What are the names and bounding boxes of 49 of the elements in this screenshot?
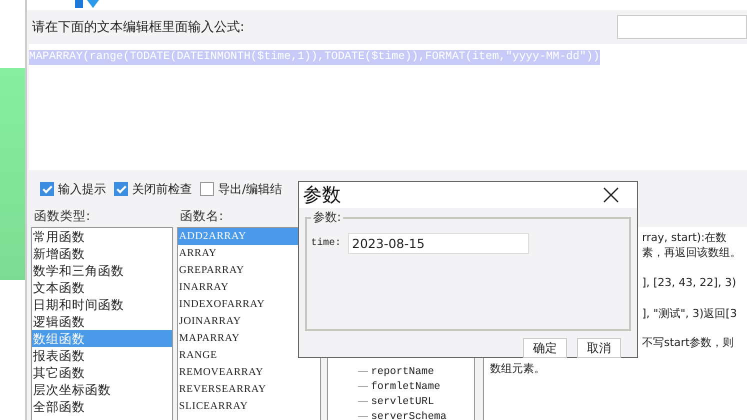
list-item[interactable]: 日期和时间函数: [32, 296, 172, 313]
description-text: ], "测试", 3)返回[3: [642, 306, 737, 321]
logo-icon: [75, 0, 101, 8]
list-item[interactable]: INDEXOFARRAY: [178, 296, 300, 313]
group-label: 参数:: [311, 209, 344, 226]
list-item[interactable]: MAPARRAY: [178, 330, 300, 347]
description-text: 数组元素。: [490, 361, 545, 376]
list-item[interactable]: 报表函数: [32, 347, 172, 364]
list-item[interactable]: REVERSEARRAY: [178, 381, 300, 398]
list-item[interactable]: 其它函数: [32, 364, 172, 381]
list-item[interactable]: 数学和三角函数: [32, 262, 172, 279]
option-label: 关闭前检查: [132, 180, 192, 198]
list-item[interactable]: ARRAY: [178, 245, 300, 262]
description-text: rray, start):在数: [642, 230, 727, 245]
list-item[interactable]: 全部函数: [32, 398, 172, 415]
list-heading: 函数类型:: [33, 208, 90, 225]
list-heading: 函数名:: [179, 208, 224, 225]
list-item[interactable]: GREPARRAY: [178, 262, 300, 279]
option-label: 输入提示: [58, 180, 106, 198]
list-item[interactable]: 文本函数: [32, 279, 172, 296]
option-label: 导出/编辑结: [218, 180, 282, 198]
list-item[interactable]: 常用函数: [32, 228, 172, 245]
list-item[interactable]: JOINARRAY: [178, 313, 300, 330]
cancel-button[interactable]: 取消: [577, 338, 621, 358]
search-field[interactable]: [617, 15, 747, 39]
time-field[interactable]: 2023-08-15: [348, 233, 530, 254]
field-label: time:: [311, 238, 342, 249]
description-text: 素，再返回该数组。: [642, 245, 741, 260]
prompt-label: 请在下面的文本编辑框里面输入公式:: [32, 19, 244, 36]
list-item[interactable]: 新增函数: [32, 245, 172, 262]
formula-text: MAPARRAY(range(TODATE(DATEINMONTH($time,1)),TODATE($time)),FORMAT(item,"yyyy-MM-dd")): [29, 50, 600, 65]
checkbox[interactable]: [40, 182, 54, 196]
tree-item[interactable]: reportName: [371, 366, 434, 378]
close-icon[interactable]: [603, 187, 619, 203]
list-item[interactable]: REMOVEARRAY: [178, 364, 300, 381]
tree-item[interactable]: formletName: [371, 380, 440, 392]
list-item[interactable]: 逻辑函数: [32, 313, 172, 330]
ok-button[interactable]: 确定: [523, 338, 567, 358]
checkbox[interactable]: [200, 182, 214, 196]
description-text: 不写start参数，则: [642, 335, 734, 350]
tree-item[interactable]: servletURL: [371, 396, 434, 408]
list-item[interactable]: INARRAY: [178, 279, 300, 296]
checkbox[interactable]: [114, 182, 128, 196]
tree-item[interactable]: serverSchema: [371, 410, 447, 420]
description-text: ], [23, 43, 22], 3): [642, 275, 736, 290]
list-item[interactable]: 层次坐标函数: [32, 381, 172, 398]
dialog-title: 参数: [303, 183, 341, 208]
list-item[interactable]: SLICEARRAY: [178, 398, 300, 415]
list-item[interactable]: RANGE: [178, 347, 300, 364]
